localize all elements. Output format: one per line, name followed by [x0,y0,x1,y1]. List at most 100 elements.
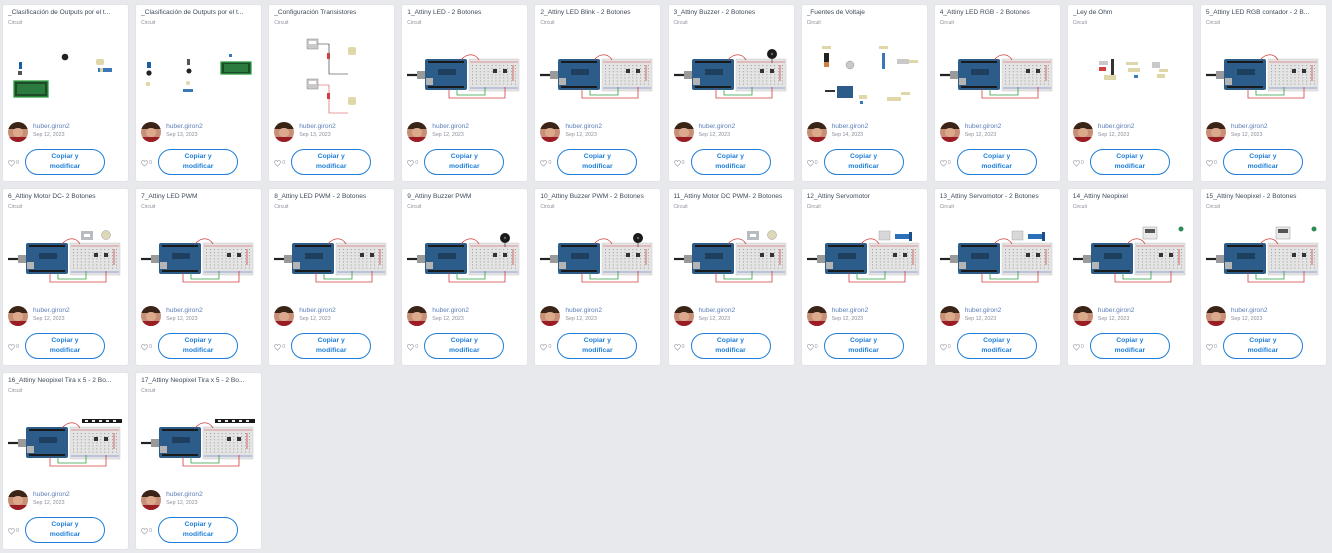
project-title[interactable]: 2_Attiny LED Blink - 2 Botones [540,9,656,17]
project-title[interactable]: 10_Attiny Buzzer PWM - 2 Botones [540,193,656,201]
author-link[interactable]: huber.giron2 [699,307,736,315]
project-card[interactable]: 1_Attiny LED - 2 Botones Circuit huber.gir… [402,5,528,181]
circuit-thumbnail[interactable] [6,397,125,483]
avatar[interactable] [8,306,28,327]
author-link[interactable]: huber.giron2 [166,491,203,499]
project-title[interactable]: 6_Attiny Motor DC- 2 Botones [8,193,124,201]
circuit-thumbnail[interactable] [139,29,258,115]
project-card[interactable]: 9_Attiny Buzzer PWM Circuit huber.giron2 Se… [402,189,528,366]
copy-and-modify-button[interactable]: Copiar y modificar [291,149,372,175]
copy-and-modify-button[interactable]: Copiar y modificar [557,149,638,175]
project-card[interactable]: 3_Attiny Buzzer - 2 Botones Circuit huber.… [668,5,794,181]
copy-and-modify-button[interactable]: Copiar y modificar [557,333,638,360]
avatar[interactable] [274,122,295,142]
project-title[interactable]: 11_Attiny Motor DC PWM- 2 Botones [674,193,790,201]
author-link[interactable]: huber.giron2 [565,123,602,131]
avatar[interactable] [141,122,162,142]
avatar[interactable] [1072,306,1093,327]
author-link[interactable]: huber.giron2 [832,307,869,315]
circuit-thumbnail[interactable] [672,213,791,299]
like-button[interactable]: 0 [407,342,418,352]
copy-and-modify-button[interactable]: Copiar y modificar [158,149,239,175]
avatar[interactable] [1205,122,1226,142]
project-title[interactable]: 12_Attiny Servomotor [807,193,923,201]
avatar[interactable] [407,122,428,142]
like-button[interactable]: 0 [141,158,152,168]
copy-and-modify-button[interactable]: Copiar y modificar [1222,333,1303,360]
like-button[interactable]: 0 [540,342,551,352]
project-card[interactable]: _Fuentes de Voltaje Circuit huber.giron2 Se… [801,5,927,181]
copy-and-modify-button[interactable]: Copiar y modificar [25,517,105,544]
project-title[interactable]: 9_Attiny Buzzer PWM [407,193,523,201]
like-button[interactable]: 0 [141,342,152,352]
avatar[interactable] [806,306,827,327]
avatar[interactable] [939,306,960,327]
copy-and-modify-button[interactable]: Copiar y modificar [690,149,771,175]
circuit-thumbnail[interactable] [139,397,258,483]
like-button[interactable]: 0 [939,342,951,352]
project-title[interactable]: 4_Attiny LED RGB - 2 Botones [940,9,1056,17]
circuit-thumbnail[interactable] [805,213,924,299]
project-title[interactable]: 17_Attiny Neopixel Tira x 5 - 2 Bo... [141,377,257,385]
author-link[interactable]: huber.giron2 [432,123,469,131]
project-card[interactable]: 11_Attiny Motor DC PWM- 2 Botones Circuit… [668,189,794,366]
circuit-thumbnail[interactable] [1204,213,1323,299]
avatar[interactable] [673,306,694,327]
project-title[interactable]: 1_Attiny LED - 2 Botones [407,9,523,17]
copy-and-modify-button[interactable]: Copiar y modificar [823,149,904,175]
like-button[interactable]: 0 [8,526,19,536]
avatar[interactable] [407,306,428,327]
project-card[interactable]: 4_Attiny LED RGB - 2 Botones Circuit huber… [934,5,1060,181]
circuit-thumbnail[interactable] [1071,29,1190,115]
copy-and-modify-button[interactable]: Copiar y modificar [424,149,505,175]
avatar[interactable] [1072,122,1093,142]
avatar[interactable] [673,122,694,142]
avatar[interactable] [806,122,827,142]
project-card[interactable]: _Clasificación de Outputs por el t... Cir… [136,5,262,181]
like-button[interactable]: 0 [1073,158,1084,168]
copy-and-modify-button[interactable]: Copiar y modificar [25,333,105,360]
project-title[interactable]: _Fuentes de Voltaje [807,9,923,17]
like-button[interactable]: 0 [274,158,285,168]
project-card[interactable]: 14_Attiny Neopixel Circuit huber.giron2 Sep… [1067,189,1193,366]
like-button[interactable]: 0 [8,342,19,352]
like-button[interactable]: 0 [1206,158,1217,168]
project-card[interactable]: 15_Attiny Neopixel - 2 Botones Circuit hub… [1200,189,1326,366]
author-link[interactable]: huber.giron2 [299,123,336,131]
author-link[interactable]: huber.giron2 [565,307,602,315]
like-button[interactable]: 0 [274,342,285,352]
copy-and-modify-button[interactable]: Copiar y modificar [690,333,771,360]
copy-and-modify-button[interactable]: Copiar y modificar [158,333,239,360]
project-title[interactable]: 5_Attiny LED RGB contador - 2 B... [1206,9,1322,17]
avatar[interactable] [274,306,295,327]
author-link[interactable]: huber.giron2 [1098,307,1135,315]
avatar[interactable] [8,490,28,511]
project-card[interactable]: 12_Attiny Servomotor Circuit huber.giron2 S… [801,189,927,366]
project-title[interactable]: _Configuración Transistores [274,9,390,17]
project-title[interactable]: _Ley de Ohm [1073,9,1189,17]
like-button[interactable]: 0 [939,158,951,168]
copy-and-modify-button[interactable]: Copiar y modificar [1222,149,1303,175]
circuit-thumbnail[interactable] [805,29,924,115]
like-button[interactable]: 0 [673,342,685,352]
like-button[interactable]: 0 [8,158,19,168]
author-link[interactable]: huber.giron2 [33,491,70,499]
author-link[interactable]: huber.giron2 [1098,123,1135,131]
project-card[interactable]: 6_Attiny Motor DC- 2 Botones Circuit huber… [3,189,128,366]
author-link[interactable]: huber.giron2 [432,307,469,315]
avatar[interactable] [540,122,561,142]
circuit-thumbnail[interactable] [405,29,524,115]
author-link[interactable]: huber.giron2 [1231,307,1268,315]
like-button[interactable]: 0 [540,158,551,168]
copy-and-modify-button[interactable]: Copiar y modificar [291,333,372,360]
like-button[interactable]: 0 [806,342,818,352]
author-link[interactable]: huber.giron2 [166,123,203,131]
author-link[interactable]: huber.giron2 [965,307,1002,315]
project-card[interactable]: 7_Attiny LED PWM Circuit huber.giron2 Sep 1… [136,189,262,366]
project-title[interactable]: 7_Attiny LED PWM [141,193,257,201]
like-button[interactable]: 0 [1073,342,1084,352]
project-card[interactable]: _Configuración Transistores Circuit huber.… [269,5,395,181]
project-card[interactable]: 5_Attiny LED RGB contador - 2 B... Circui… [1200,5,1326,181]
project-card[interactable]: _Ley de Ohm Circuit huber.giron2 Sep 12, 20… [1067,5,1193,181]
avatar[interactable] [540,306,561,327]
